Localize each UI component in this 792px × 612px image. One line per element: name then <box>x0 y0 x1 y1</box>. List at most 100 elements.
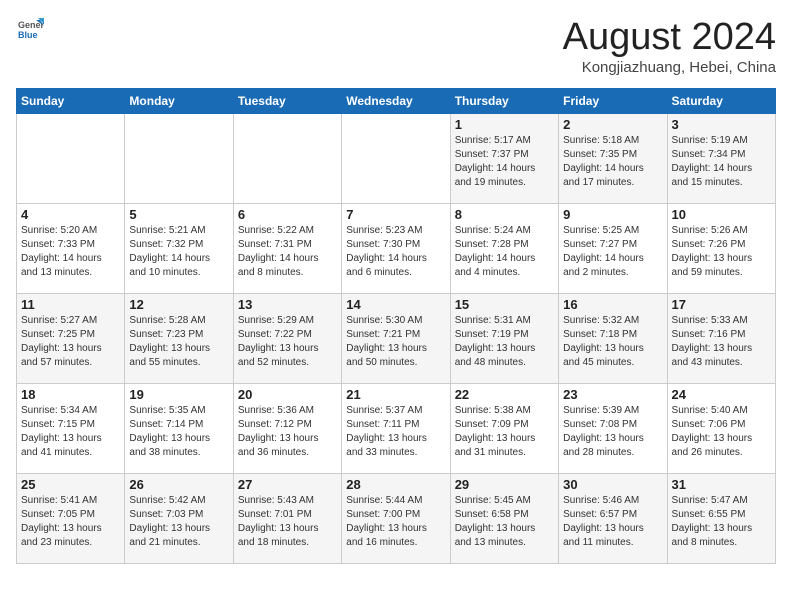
calendar-cell: 31 Sunrise: 5:47 AM Sunset: 6:55 PM Dayli… <box>667 474 775 564</box>
calendar-cell: 21 Sunrise: 5:37 AM Sunset: 7:11 PM Dayli… <box>342 384 450 474</box>
day-number: 18 <box>21 387 120 402</box>
calendar-cell: 6 Sunrise: 5:22 AM Sunset: 7:31 PM Daylig… <box>233 204 341 294</box>
cell-content: Sunrise: 5:40 AM Sunset: 7:06 PM Dayligh… <box>672 404 771 460</box>
cell-content: Sunrise: 5:32 AM Sunset: 7:18 PM Dayligh… <box>563 314 662 370</box>
day-number: 24 <box>672 387 771 402</box>
day-number: 8 <box>455 207 554 222</box>
weekday-header-sunday: Sunday <box>17 89 125 114</box>
day-number: 6 <box>238 207 337 222</box>
calendar-cell: 17Sunrise: 5:33 AM Sunset: 7:16 PM Dayli… <box>667 294 775 384</box>
cell-content: Sunrise: 5:46 AM Sunset: 6:57 PM Dayligh… <box>563 494 662 550</box>
calendar-cell: 29 Sunrise: 5:45 AM Sunset: 6:58 PM Dayli… <box>450 474 558 564</box>
calendar-cell: 12 Sunrise: 5:28 AM Sunset: 7:23 PM Dayli… <box>125 294 233 384</box>
day-number: 12 <box>129 297 228 312</box>
cell-content: Sunrise: 5:35 AM Sunset: 7:14 PM Dayligh… <box>129 404 228 460</box>
day-number: 15 <box>455 297 554 312</box>
day-number: 16 <box>563 297 662 312</box>
calendar-cell: 18Sunrise: 5:34 AM Sunset: 7:15 PM Dayli… <box>17 384 125 474</box>
calendar-cell: 27 Sunrise: 5:43 AM Sunset: 7:01 PM Dayli… <box>233 474 341 564</box>
cell-content: Sunrise: 5:29 AM Sunset: 7:22 PM Dayligh… <box>238 314 337 370</box>
calendar-cell: 20 Sunrise: 5:36 AM Sunset: 7:12 PM Dayli… <box>233 384 341 474</box>
calendar-cell: 4 Sunrise: 5:20 AM Sunset: 7:33 PM Daylig… <box>17 204 125 294</box>
day-number: 17 <box>672 297 771 312</box>
day-number: 7 <box>346 207 445 222</box>
calendar-table: SundayMondayTuesdayWednesdayThursdayFrid… <box>16 88 776 564</box>
cell-content: Sunrise: 5:17 AM Sunset: 7:37 PM Dayligh… <box>455 134 554 190</box>
week-row-2: 4 Sunrise: 5:20 AM Sunset: 7:33 PM Daylig… <box>17 204 776 294</box>
month-year-title: August 2024 <box>563 16 776 59</box>
calendar-cell: 1 Sunrise: 5:17 AM Sunset: 7:37 PM Daylig… <box>450 114 558 204</box>
calendar-cell: 19 Sunrise: 5:35 AM Sunset: 7:14 PM Dayli… <box>125 384 233 474</box>
cell-content: Sunrise: 5:20 AM Sunset: 7:33 PM Dayligh… <box>21 224 120 280</box>
weekday-header-friday: Friday <box>559 89 667 114</box>
calendar-cell: 22Sunrise: 5:38 AM Sunset: 7:09 PM Dayli… <box>450 384 558 474</box>
cell-content: Sunrise: 5:21 AM Sunset: 7:32 PM Dayligh… <box>129 224 228 280</box>
cell-content: Sunrise: 5:19 AM Sunset: 7:34 PM Dayligh… <box>672 134 771 190</box>
cell-content: Sunrise: 5:27 AM Sunset: 7:25 PM Dayligh… <box>21 314 120 370</box>
calendar-cell: 15 Sunrise: 5:31 AM Sunset: 7:19 PM Dayli… <box>450 294 558 384</box>
week-row-4: 18Sunrise: 5:34 AM Sunset: 7:15 PM Dayli… <box>17 384 776 474</box>
day-number: 5 <box>129 207 228 222</box>
day-number: 19 <box>129 387 228 402</box>
week-row-1: 1 Sunrise: 5:17 AM Sunset: 7:37 PM Daylig… <box>17 114 776 204</box>
calendar-cell: 26Sunrise: 5:42 AM Sunset: 7:03 PM Dayli… <box>125 474 233 564</box>
day-number: 13 <box>238 297 337 312</box>
day-number: 2 <box>563 117 662 132</box>
cell-content: Sunrise: 5:44 AM Sunset: 7:00 PM Dayligh… <box>346 494 445 550</box>
calendar-cell: 3Sunrise: 5:19 AM Sunset: 7:34 PM Daylig… <box>667 114 775 204</box>
day-number: 25 <box>21 477 120 492</box>
calendar-cell: 7Sunrise: 5:23 AM Sunset: 7:30 PM Daylig… <box>342 204 450 294</box>
day-number: 1 <box>455 117 554 132</box>
day-number: 26 <box>129 477 228 492</box>
svg-text:Blue: Blue <box>18 30 38 40</box>
cell-content: Sunrise: 5:18 AM Sunset: 7:35 PM Dayligh… <box>563 134 662 190</box>
cell-content: Sunrise: 5:30 AM Sunset: 7:21 PM Dayligh… <box>346 314 445 370</box>
day-number: 9 <box>563 207 662 222</box>
day-number: 20 <box>238 387 337 402</box>
calendar-cell: 11 Sunrise: 5:27 AM Sunset: 7:25 PM Dayli… <box>17 294 125 384</box>
calendar-cell: 10Sunrise: 5:26 AM Sunset: 7:26 PM Dayli… <box>667 204 775 294</box>
cell-content: Sunrise: 5:25 AM Sunset: 7:27 PM Dayligh… <box>563 224 662 280</box>
weekday-header-monday: Monday <box>125 89 233 114</box>
cell-content: Sunrise: 5:28 AM Sunset: 7:23 PM Dayligh… <box>129 314 228 370</box>
day-number: 14 <box>346 297 445 312</box>
cell-content: Sunrise: 5:26 AM Sunset: 7:26 PM Dayligh… <box>672 224 771 280</box>
calendar-cell: 8 Sunrise: 5:24 AM Sunset: 7:28 PM Daylig… <box>450 204 558 294</box>
cell-content: Sunrise: 5:45 AM Sunset: 6:58 PM Dayligh… <box>455 494 554 550</box>
cell-content: Sunrise: 5:43 AM Sunset: 7:01 PM Dayligh… <box>238 494 337 550</box>
calendar-cell: 28Sunrise: 5:44 AM Sunset: 7:00 PM Dayli… <box>342 474 450 564</box>
week-row-5: 25 Sunrise: 5:41 AM Sunset: 7:05 PM Dayli… <box>17 474 776 564</box>
cell-content: Sunrise: 5:24 AM Sunset: 7:28 PM Dayligh… <box>455 224 554 280</box>
day-number: 23 <box>563 387 662 402</box>
cell-content: Sunrise: 5:31 AM Sunset: 7:19 PM Dayligh… <box>455 314 554 370</box>
calendar-cell: 25 Sunrise: 5:41 AM Sunset: 7:05 PM Dayli… <box>17 474 125 564</box>
cell-content: Sunrise: 5:47 AM Sunset: 6:55 PM Dayligh… <box>672 494 771 550</box>
cell-content: Sunrise: 5:39 AM Sunset: 7:08 PM Dayligh… <box>563 404 662 460</box>
calendar-cell <box>233 114 341 204</box>
calendar-cell: 5 Sunrise: 5:21 AM Sunset: 7:32 PM Daylig… <box>125 204 233 294</box>
weekday-header-tuesday: Tuesday <box>233 89 341 114</box>
week-row-3: 11 Sunrise: 5:27 AM Sunset: 7:25 PM Dayli… <box>17 294 776 384</box>
calendar-cell: 13 Sunrise: 5:29 AM Sunset: 7:22 PM Dayli… <box>233 294 341 384</box>
day-number: 31 <box>672 477 771 492</box>
calendar-cell: 9 Sunrise: 5:25 AM Sunset: 7:27 PM Daylig… <box>559 204 667 294</box>
calendar-cell: 23 Sunrise: 5:39 AM Sunset: 7:08 PM Dayli… <box>559 384 667 474</box>
day-number: 11 <box>21 297 120 312</box>
calendar-cell: 24 Sunrise: 5:40 AM Sunset: 7:06 PM Dayli… <box>667 384 775 474</box>
cell-content: Sunrise: 5:22 AM Sunset: 7:31 PM Dayligh… <box>238 224 337 280</box>
title-block: August 2024 Kongjiazhuang, Hebei, China <box>563 16 776 76</box>
day-number: 21 <box>346 387 445 402</box>
cell-content: Sunrise: 5:41 AM Sunset: 7:05 PM Dayligh… <box>21 494 120 550</box>
calendar-cell <box>125 114 233 204</box>
location-subtitle: Kongjiazhuang, Hebei, China <box>563 59 776 76</box>
cell-content: Sunrise: 5:36 AM Sunset: 7:12 PM Dayligh… <box>238 404 337 460</box>
day-number: 29 <box>455 477 554 492</box>
weekday-header-saturday: Saturday <box>667 89 775 114</box>
day-number: 30 <box>563 477 662 492</box>
cell-content: Sunrise: 5:38 AM Sunset: 7:09 PM Dayligh… <box>455 404 554 460</box>
cell-content: Sunrise: 5:37 AM Sunset: 7:11 PM Dayligh… <box>346 404 445 460</box>
calendar-cell: 14 Sunrise: 5:30 AM Sunset: 7:21 PM Dayli… <box>342 294 450 384</box>
day-number: 4 <box>21 207 120 222</box>
calendar-cell: 2 Sunrise: 5:18 AM Sunset: 7:35 PM Daylig… <box>559 114 667 204</box>
day-number: 27 <box>238 477 337 492</box>
